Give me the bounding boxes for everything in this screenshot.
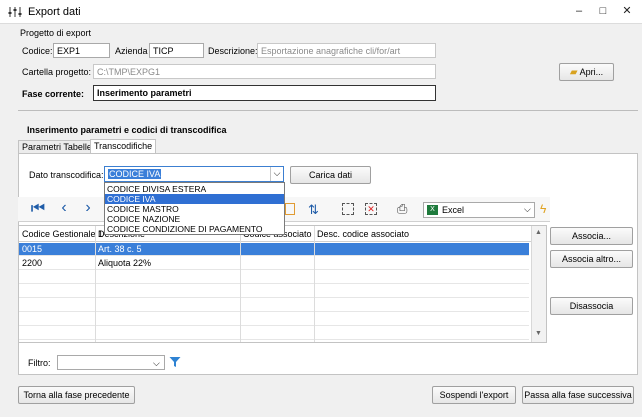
chevron-down-icon[interactable]: ⌵: [270, 167, 283, 181]
settings-sliders-icon: [8, 7, 22, 17]
grid-scrollbar[interactable]: ▲ ▼: [531, 226, 546, 342]
excel-icon: X: [427, 205, 438, 215]
dropdown-option-selected[interactable]: CODICE IVA: [105, 194, 284, 204]
cartella-field[interactable]: C:\TMP\EXPG1: [93, 64, 436, 79]
sort-az-icon[interactable]: ⇅: [308, 202, 319, 218]
codice-label: Codice:: [22, 46, 53, 56]
cell-descrizione: Art. 38 c. 5: [98, 244, 142, 254]
first-record-icon[interactable]: ⏮: [28, 201, 48, 217]
lightning-icon[interactable]: ϟ: [540, 202, 546, 216]
filtro-select[interactable]: ⌵: [57, 355, 165, 370]
carica-dati-button[interactable]: Carica dati: [290, 166, 371, 184]
section-divider: [18, 110, 638, 111]
dropdown-option[interactable]: CODICE CONDIZIONE DI PAGAMENTO: [105, 224, 284, 234]
cell-descrizione: Aliquota 22%: [98, 258, 152, 268]
print-icon[interactable]: ⎙: [397, 201, 407, 217]
column-header-codice[interactable]: Codice Gestionale 1: [22, 229, 103, 239]
transcodifica-label: Dato transcodifica:: [29, 170, 104, 180]
azienda-label: Azienda: [115, 46, 148, 56]
cell-codice: 0015: [22, 244, 43, 254]
apri-button-label: Apri...: [579, 67, 604, 77]
window-title: Export dati: [28, 6, 81, 18]
cell-codice: 2200: [22, 258, 43, 268]
azienda-field[interactable]: TICP: [149, 43, 204, 58]
maximize-button[interactable]: □: [594, 3, 612, 19]
dropdown-option[interactable]: CODICE DIVISA ESTERA: [105, 184, 284, 194]
descrizione-label: Descrizione:: [208, 46, 258, 56]
edit-icon[interactable]: [285, 203, 295, 215]
column-divider: [95, 226, 96, 342]
suspend-button[interactable]: Sospendi l'export: [432, 386, 516, 404]
associa-button[interactable]: Associa...: [550, 227, 633, 245]
filter-icon[interactable]: [169, 356, 181, 368]
data-grid: Codice Gestionale 1 Descrizione Codice a…: [18, 225, 547, 343]
export-format-select[interactable]: X Excel ⌵: [423, 202, 535, 218]
export-chevron-down-icon: ⌵: [524, 204, 531, 214]
transcodifica-selected-value: CODICE IVA: [108, 169, 162, 179]
column-divider: [314, 226, 315, 342]
tab-transcodifiche[interactable]: Transcodifiche: [90, 139, 157, 154]
apri-button[interactable]: ▰ Apri...: [559, 63, 614, 81]
section-title: Inserimento parametri e codici di transc…: [27, 125, 227, 135]
scroll-down-icon[interactable]: ▼: [535, 330, 542, 337]
back-button[interactable]: Torna alla fase precedente: [18, 386, 135, 404]
export-format-value: Excel: [442, 205, 465, 215]
column-divider: [240, 226, 241, 342]
minimize-button[interactable]: –: [570, 3, 588, 19]
filtro-chevron-down-icon: ⌵: [153, 358, 160, 368]
transcodifica-dropdown-list: CODICE DIVISA ESTERA CODICE IVA CODICE M…: [104, 182, 285, 235]
next-phase-button[interactable]: Passa alla fase successiva: [522, 386, 634, 404]
folder-open-icon: ▰: [569, 67, 578, 78]
scroll-up-icon[interactable]: ▲: [535, 229, 542, 236]
dropdown-option[interactable]: CODICE MASTRO: [105, 204, 284, 214]
select-all-icon[interactable]: [342, 203, 354, 215]
fase-label: Fase corrente:: [22, 89, 85, 99]
fase-field: Inserimento parametri: [93, 85, 436, 101]
transcodifica-select[interactable]: CODICE IVA: [104, 166, 284, 182]
column-header-desc-associato[interactable]: Desc. codice associato: [317, 229, 409, 239]
title-bar: Export dati – □ ✕: [0, 0, 642, 24]
progetto-group-title: Progetto di export: [20, 28, 92, 38]
filtro-label: Filtro:: [28, 358, 51, 368]
associa-altro-button[interactable]: Associa altro...: [550, 250, 633, 268]
deselect-icon[interactable]: ✕: [365, 203, 377, 215]
close-button[interactable]: ✕: [618, 3, 636, 19]
next-record-icon[interactable]: ›: [80, 200, 96, 216]
previous-record-icon[interactable]: ‹: [54, 200, 74, 216]
descrizione-field[interactable]: Esportazione anagrafiche cli/for/art: [257, 43, 436, 58]
codice-field[interactable]: EXP1: [53, 43, 110, 58]
cartella-label: Cartella progetto:: [22, 67, 92, 77]
tab-parametri-tabelle[interactable]: Parametri Tabelle: [18, 140, 96, 154]
dropdown-option[interactable]: CODICE NAZIONE: [105, 214, 284, 224]
disassocia-button[interactable]: Disassocia: [550, 297, 633, 315]
